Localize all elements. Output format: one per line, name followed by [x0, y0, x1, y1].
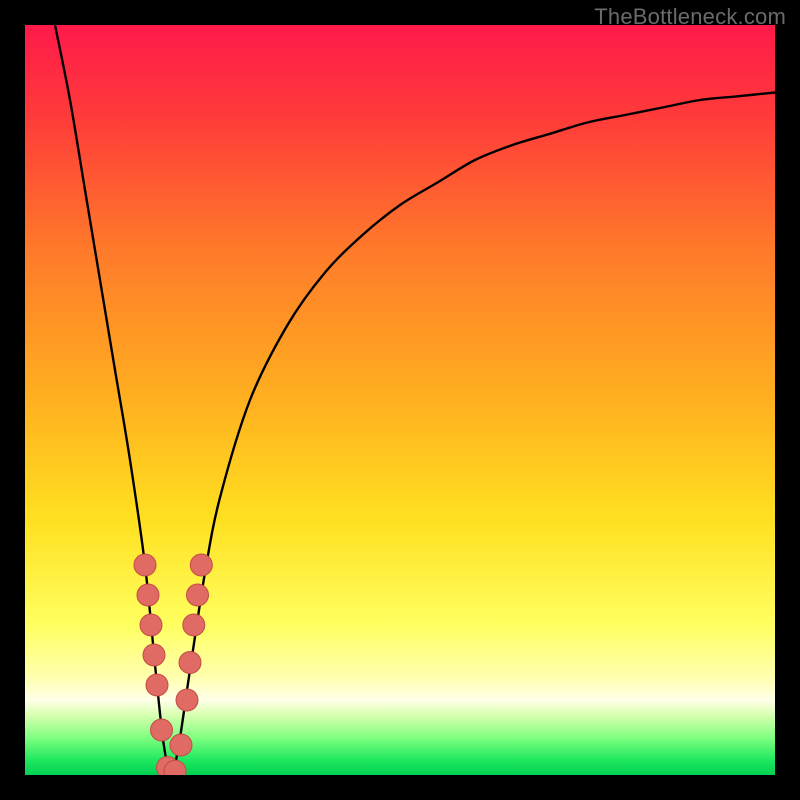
data-marker	[183, 614, 205, 636]
data-marker	[134, 554, 156, 576]
data-marker	[170, 734, 192, 756]
watermark-text: TheBottleneck.com	[594, 4, 786, 30]
data-marker	[140, 614, 162, 636]
data-marker	[146, 674, 168, 696]
data-marker	[190, 554, 212, 576]
gradient-background	[25, 25, 775, 775]
data-marker	[137, 584, 159, 606]
chart-frame: TheBottleneck.com	[0, 0, 800, 800]
data-marker	[176, 689, 198, 711]
data-marker	[187, 584, 209, 606]
bottleneck-plot	[25, 25, 775, 775]
data-marker	[179, 652, 201, 674]
data-marker	[151, 719, 173, 741]
data-marker	[143, 644, 165, 666]
